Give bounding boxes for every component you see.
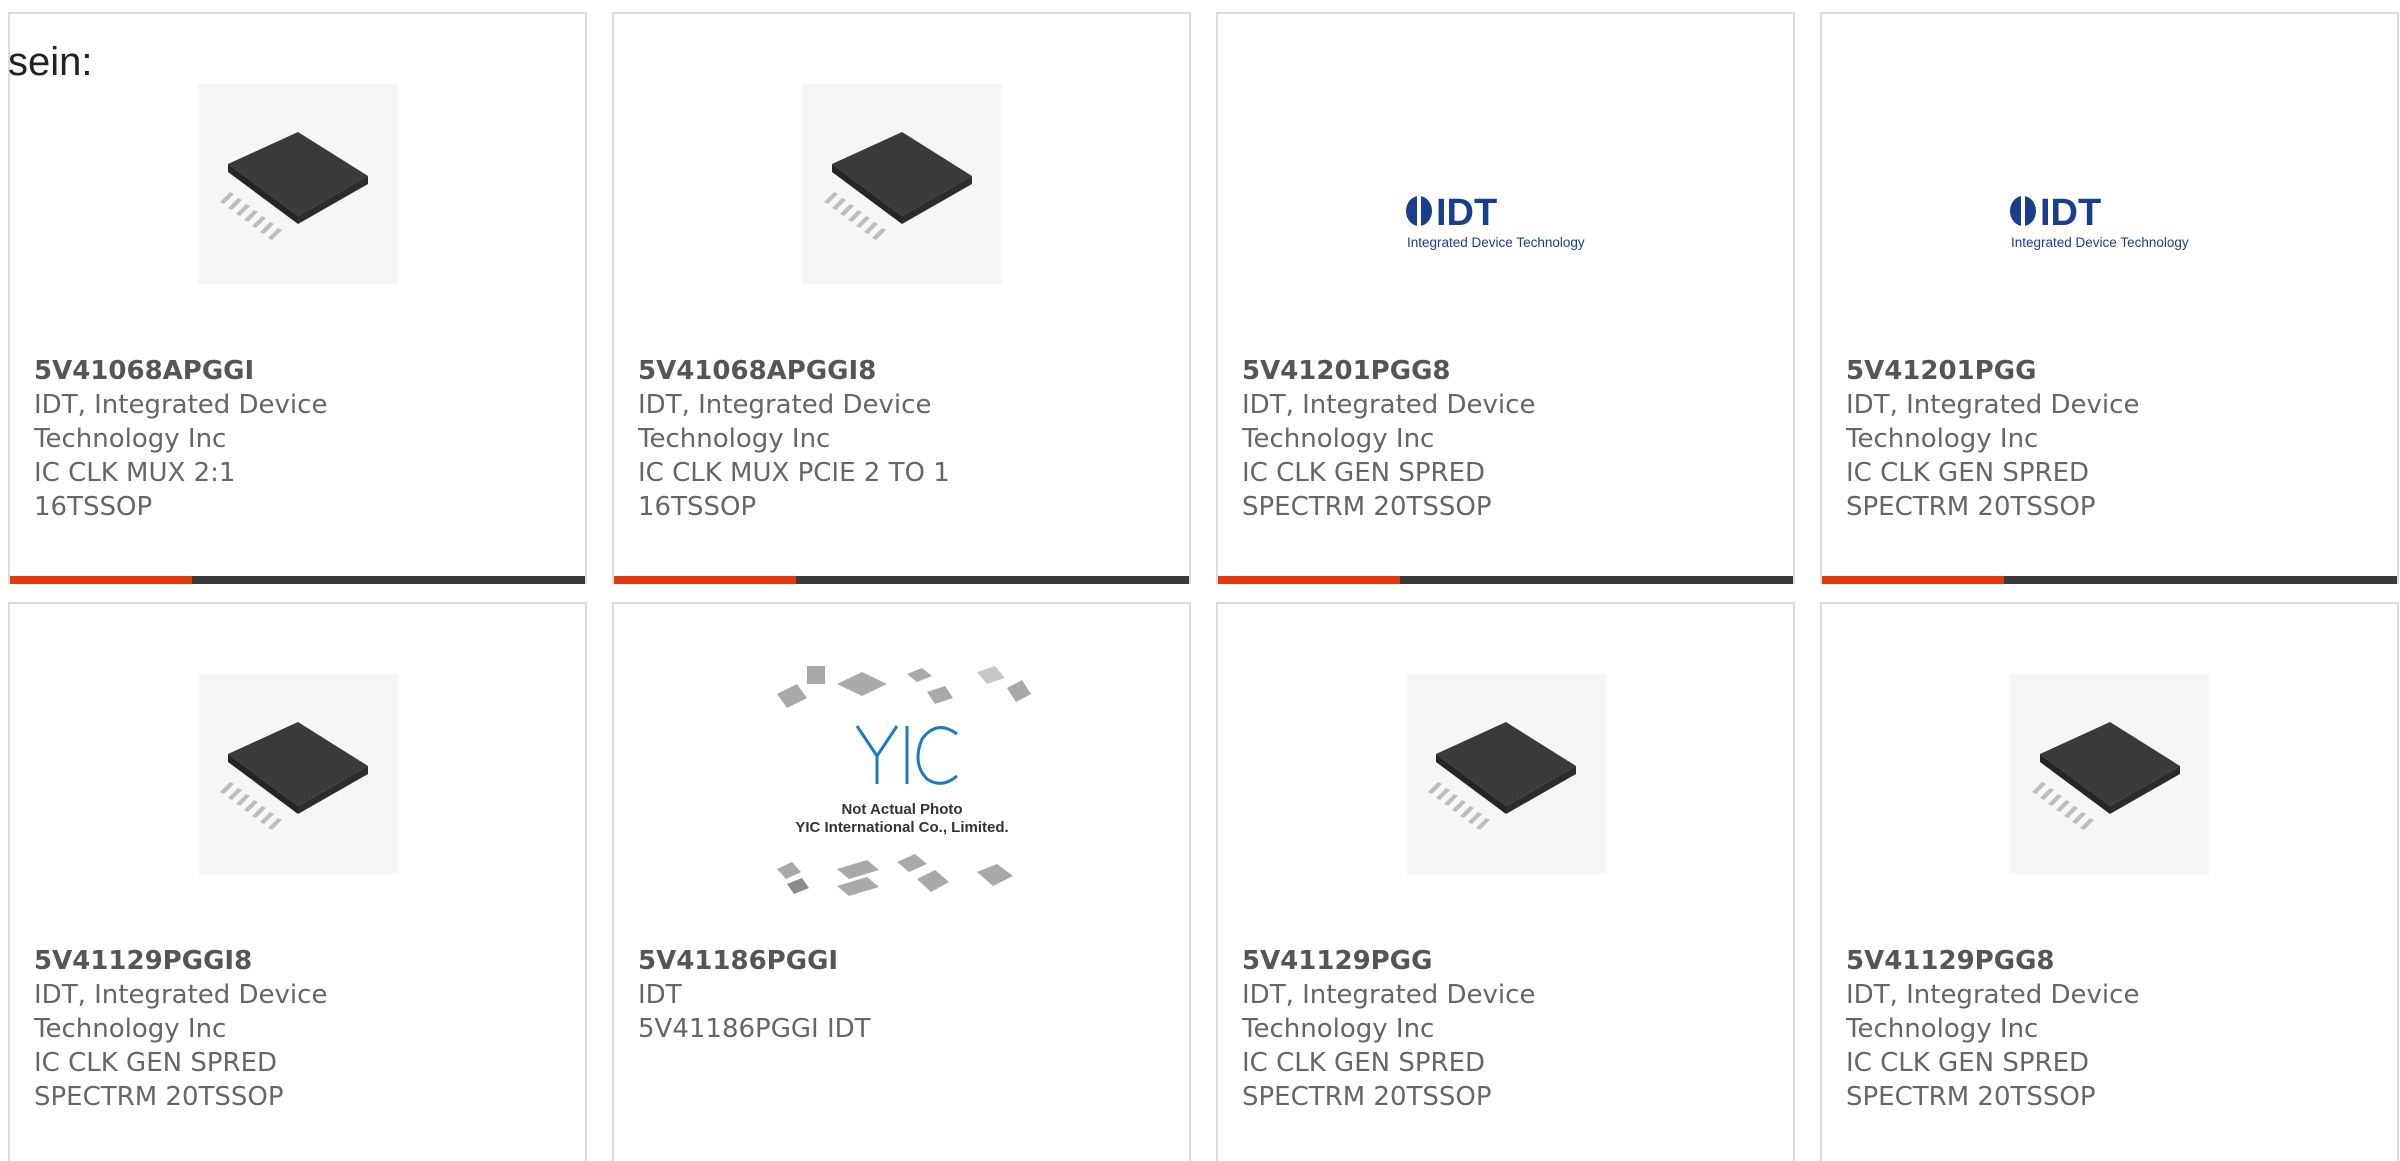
part-number-link[interactable]: 5V41068APGGI (34, 354, 567, 388)
idt-logo: IDT Integrated Device Technology (1405, 192, 1585, 250)
placeholder-line2: YIC International Co., Limited. (795, 819, 1008, 836)
product-info: 5V41201PGG IDT, Integrated Device Techno… (1846, 354, 2379, 524)
manufacturer: IDT, Integrated Device Technology Inc (638, 390, 932, 454)
card-accent-bar (1218, 576, 1400, 584)
product-info: 5V41068APGGI IDT, Integrated Device Tech… (34, 354, 567, 524)
product-image[interactable]: Not Actual Photo YIC International Co., … (776, 666, 1031, 896)
tssop-chip-icon (823, 132, 972, 240)
yic-placeholder-image: Not Actual Photo YIC International Co., … (776, 666, 1031, 896)
product-image[interactable] (801, 84, 1002, 284)
idt-logo: IDT Integrated Device Technology (2009, 192, 2189, 250)
part-number-link[interactable]: 5V41068APGGI8 (638, 354, 1171, 388)
description: IC CLK GEN SPRED SPECTRM 20TSSOP (1846, 1048, 2096, 1112)
product-info: 5V41129PGGI8 IDT, Integrated Device Tech… (34, 944, 567, 1114)
card-accent-bar (614, 576, 796, 584)
tssop-chip-icon (1427, 722, 1576, 830)
intro-text: sein: (8, 40, 93, 84)
manufacturer: IDT (638, 980, 682, 1010)
manufacturer: IDT, Integrated Device Technology Inc (1242, 980, 1536, 1044)
product-image[interactable]: IDT Integrated Device Technology (2009, 84, 2210, 284)
manufacturer: IDT, Integrated Device Technology Inc (1242, 390, 1536, 454)
product-info: 5V41201PGG8 IDT, Integrated Device Techn… (1242, 354, 1775, 524)
product-card[interactable]: IDT Integrated Device Technology 5V41201… (1820, 12, 2399, 584)
description: IC CLK MUX PCIE 2 TO 1 16TSSOP (638, 458, 950, 522)
logo-text: IDT (1436, 192, 1497, 234)
product-grid: 5V41068APGGI IDT, Integrated Device Tech… (8, 12, 2400, 1161)
card-bottom-bar (614, 576, 1189, 584)
product-image[interactable] (2009, 674, 2210, 874)
part-number-link[interactable]: 5V41129PGG8 (1846, 944, 2379, 978)
logo-subtext: Integrated Device Technology (1407, 235, 1585, 250)
card-bottom-bar (1218, 576, 1793, 584)
part-number-link[interactable]: 5V41201PGG (1846, 354, 2379, 388)
description: 5V41186PGGI IDT (638, 1014, 871, 1044)
part-number-link[interactable]: 5V41129PGGI8 (34, 944, 567, 978)
manufacturer: IDT, Integrated Device Technology Inc (34, 980, 328, 1044)
product-image[interactable] (1405, 674, 1606, 874)
manufacturer: IDT, Integrated Device Technology Inc (1846, 390, 2140, 454)
part-number-link[interactable]: 5V41129PGG (1242, 944, 1775, 978)
part-number-link[interactable]: 5V41201PGG8 (1242, 354, 1775, 388)
part-number-link[interactable]: 5V41186PGGI (638, 944, 1171, 978)
description: IC CLK GEN SPRED SPECTRM 20TSSOP (1242, 458, 1492, 522)
product-card[interactable]: 5V41068APGGI IDT, Integrated Device Tech… (8, 12, 587, 584)
product-card[interactable]: IDT Integrated Device Technology 5V41201… (1216, 12, 1795, 584)
card-accent-bar (10, 576, 192, 584)
description: IC CLK GEN SPRED SPECTRM 20TSSOP (1242, 1048, 1492, 1112)
placeholder-line1: Not Actual Photo (841, 801, 962, 818)
product-image[interactable] (197, 84, 398, 284)
product-info: 5V41129PGG8 IDT, Integrated Device Techn… (1846, 944, 2379, 1114)
description: IC CLK MUX 2:1 16TSSOP (34, 458, 236, 522)
product-card[interactable]: 5V41129PGG8 IDT, Integrated Device Techn… (1820, 602, 2399, 1161)
product-card[interactable]: 5V41068APGGI8 IDT, Integrated Device Tec… (612, 12, 1191, 584)
product-info: 5V41186PGGI IDT 5V41186PGGI IDT (638, 944, 1171, 1046)
card-accent-bar (1822, 576, 2004, 584)
product-info: 5V41129PGG IDT, Integrated Device Techno… (1242, 944, 1775, 1114)
description: IC CLK GEN SPRED SPECTRM 20TSSOP (1846, 458, 2096, 522)
manufacturer: IDT, Integrated Device Technology Inc (34, 390, 328, 454)
logo-subtext: Integrated Device Technology (2011, 235, 2189, 250)
product-image[interactable]: IDT Integrated Device Technology (1405, 84, 1606, 284)
product-card[interactable]: Not Actual Photo YIC International Co., … (612, 602, 1191, 1161)
manufacturer: IDT, Integrated Device Technology Inc (1846, 980, 2140, 1044)
logo-text: IDT (2040, 192, 2101, 234)
product-card[interactable]: 5V41129PGGI8 IDT, Integrated Device Tech… (8, 602, 587, 1161)
product-info: 5V41068APGGI8 IDT, Integrated Device Tec… (638, 354, 1171, 524)
tssop-chip-icon (219, 132, 368, 240)
tssop-chip-icon (219, 722, 368, 830)
tssop-chip-icon (2031, 722, 2180, 830)
card-bottom-bar (10, 576, 585, 584)
description: IC CLK GEN SPRED SPECTRM 20TSSOP (34, 1048, 284, 1112)
card-bottom-bar (1822, 576, 2397, 584)
product-card[interactable]: 5V41129PGG IDT, Integrated Device Techno… (1216, 602, 1795, 1161)
product-image[interactable] (197, 674, 398, 874)
